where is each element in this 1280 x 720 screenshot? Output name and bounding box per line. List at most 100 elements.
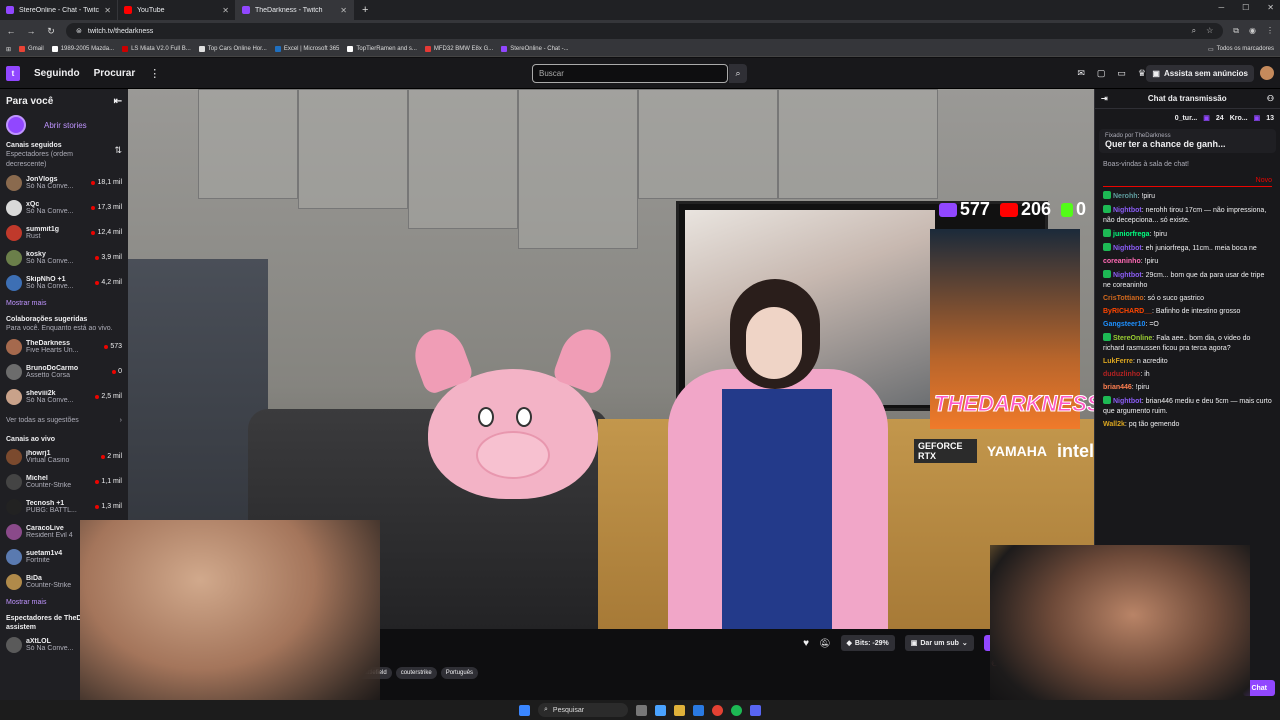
subscribe-button[interactable]: ▣ Dar um sub ⌄ bbox=[904, 635, 974, 651]
close-tab-icon[interactable]: ✕ bbox=[104, 6, 111, 15]
search-input[interactable]: Buscar bbox=[532, 64, 728, 83]
chat-username[interactable]: coreaninho bbox=[1103, 258, 1141, 265]
sidebar-channel[interactable]: Michel Counter-Strike 1,1 mil bbox=[6, 469, 122, 494]
browser-tab-stereonline[interactable]: StereOnline - Chat - Twitch ✕ bbox=[0, 0, 118, 20]
whispers-icon[interactable]: ▭ bbox=[1117, 68, 1126, 79]
crown-icon[interactable]: ♛ bbox=[1138, 68, 1146, 79]
zoom-icon[interactable]: ⌕ bbox=[1192, 26, 1196, 36]
sidebar-channel[interactable]: JonVlogs Só Na Conve... 18,1 mil bbox=[6, 170, 122, 195]
sidebar-channel[interactable]: Tecnosh +1 PUBG: BATTL... 1,3 mil bbox=[6, 494, 122, 519]
bookmark-item[interactable]: 1989-2005 Mazda... bbox=[51, 46, 114, 52]
collapse-sidebar-icon[interactable]: ⇤ bbox=[114, 96, 122, 107]
section-title: Canais ao vivo bbox=[6, 436, 56, 443]
channel-game: Virtual Casino bbox=[26, 456, 70, 464]
bookmark-item[interactable]: StereOnline - Chat -... bbox=[501, 46, 569, 52]
url-field[interactable]: ⊜ twitch.tv/thedarkness ⌕ ☆ bbox=[66, 23, 1224, 39]
close-window-icon[interactable]: ✕ bbox=[1267, 3, 1274, 12]
spotify-icon[interactable] bbox=[731, 704, 742, 716]
notifications-off-icon[interactable]: 🔕︎ bbox=[819, 638, 830, 649]
extensions-icon[interactable]: ⧉ bbox=[1233, 26, 1239, 36]
forward-icon[interactable]: → bbox=[26, 26, 36, 36]
bits-button[interactable]: ◆ Bits: -29% bbox=[840, 635, 895, 651]
counter-value: 577 bbox=[959, 199, 990, 219]
bookmark-item[interactable]: LS Miata V2.0 Full B... bbox=[122, 46, 191, 52]
bookmark-item[interactable]: TopTierRamen and s... bbox=[347, 46, 417, 52]
minimize-icon[interactable]: ─ bbox=[1218, 3, 1224, 12]
collapse-chat-icon[interactable]: ⇥ bbox=[1101, 94, 1108, 103]
chat-username[interactable]: Gangsteer10 bbox=[1103, 321, 1145, 328]
chat-username[interactable]: duduzlinho bbox=[1103, 371, 1140, 378]
close-tab-icon[interactable]: ✕ bbox=[222, 6, 229, 15]
chat-username[interactable]: juniorfrega bbox=[1113, 231, 1150, 238]
sidebar-channel[interactable]: SkipNhO +1 Só Na Conve... 4,2 mil bbox=[6, 270, 122, 295]
show-more-link[interactable]: Mostrar mais bbox=[6, 295, 122, 311]
reload-icon[interactable]: ↻ bbox=[46, 26, 56, 37]
chat-username[interactable]: Nightbot bbox=[1113, 245, 1142, 252]
chat-username[interactable]: ByRICHARD__ bbox=[1103, 308, 1152, 315]
chrome-icon[interactable] bbox=[712, 704, 723, 716]
new-tab-icon[interactable]: + bbox=[362, 4, 368, 16]
chat-username[interactable]: brian446 bbox=[1103, 384, 1132, 391]
open-stories-link[interactable]: Abrir stories bbox=[44, 121, 87, 130]
chat-username[interactable]: Nightbot bbox=[1113, 207, 1142, 214]
sidebar-channel[interactable]: BrunoDoCarmo Assetto Corsa 0 bbox=[6, 359, 122, 384]
stories-row[interactable]: Abrir stories bbox=[6, 113, 122, 137]
browser-tab-youtube[interactable]: YouTube ✕ bbox=[118, 0, 236, 20]
tag[interactable]: Português bbox=[440, 667, 479, 679]
bookmark-star-icon[interactable]: ☆ bbox=[1206, 26, 1213, 36]
community-icon[interactable]: ⚇ bbox=[1267, 94, 1274, 103]
file-explorer-icon[interactable] bbox=[674, 704, 685, 716]
windows-start-icon[interactable] bbox=[519, 704, 530, 716]
chat-username[interactable]: StereOnline bbox=[1113, 335, 1152, 342]
drops-icon[interactable]: ▢ bbox=[1097, 68, 1106, 79]
more-menu-icon[interactable]: ⋮ bbox=[149, 67, 160, 80]
store-icon[interactable] bbox=[693, 704, 704, 716]
sidebar-channel[interactable]: kosky Só Na Conve... 3,9 mil bbox=[6, 245, 122, 270]
all-bookmarks-folder[interactable]: ▭ Todos os marcadores bbox=[1208, 46, 1274, 53]
apps-grid-icon[interactable]: ⊞ bbox=[6, 46, 11, 53]
browser-tab-thedarkness[interactable]: TheDarkness - Twitch ✕ bbox=[236, 0, 354, 20]
chat-username[interactable]: CrisTottiano bbox=[1103, 295, 1144, 302]
back-icon[interactable]: ← bbox=[6, 26, 16, 36]
sidebar-channel[interactable]: jhowrj1 Virtual Casino 2 mil bbox=[6, 444, 122, 469]
bookmark-item[interactable]: Top Cars Online Hor... bbox=[198, 46, 267, 52]
nav-browse[interactable]: Procurar bbox=[94, 68, 136, 79]
sidebar-channel[interactable]: summit1g Rust 12,4 mil bbox=[6, 220, 122, 245]
bookmark-item[interactable]: MFD32 BMW E8x G... bbox=[424, 46, 493, 52]
site-info-icon[interactable]: ⊜ bbox=[76, 27, 82, 35]
discord-icon[interactable] bbox=[750, 704, 761, 716]
chat-username[interactable]: Wall2k bbox=[1103, 421, 1125, 428]
menu-icon[interactable]: ⋮ bbox=[1266, 26, 1274, 36]
adfree-button[interactable]: ▣ Assista sem anúncios bbox=[1146, 65, 1254, 82]
chat-username[interactable]: Nightbot bbox=[1113, 272, 1142, 279]
profile-icon[interactable]: ◉ bbox=[1249, 26, 1256, 36]
taskbar-search[interactable]: ⌕ Pesquisar bbox=[538, 703, 628, 717]
chat-username[interactable]: LukFerre bbox=[1103, 358, 1133, 365]
heart-icon[interactable]: ♥ bbox=[803, 638, 809, 649]
twitch-logo-icon[interactable]: t bbox=[6, 65, 20, 81]
chat-text: só o suco gastrico bbox=[1147, 295, 1205, 302]
sidebar-channel[interactable]: xQc Só Na Conve... 17,3 mil bbox=[6, 195, 122, 220]
task-view-icon[interactable] bbox=[636, 704, 647, 716]
pinned-message[interactable]: Fixado por TheDarkness Quer ter a chance… bbox=[1099, 129, 1276, 153]
sidebar-channel[interactable]: TheDarkness Five Hearts Un... 573 bbox=[6, 334, 122, 359]
avatar bbox=[6, 363, 22, 380]
channel-name: kosky bbox=[26, 250, 46, 258]
counter-value: 206 bbox=[1020, 199, 1051, 219]
sort-icon[interactable]: ⇅ bbox=[114, 145, 122, 156]
nav-following[interactable]: Seguindo bbox=[34, 68, 80, 79]
close-tab-icon[interactable]: ✕ bbox=[340, 6, 347, 15]
sidebar-channel[interactable]: sheviii2k Só Na Conve... 2,5 mil bbox=[6, 384, 122, 409]
see-all-suggestions-button[interactable]: Ver todas as sugestões › bbox=[6, 409, 122, 431]
copilot-icon[interactable] bbox=[655, 704, 666, 716]
bookmark-item[interactable]: Gmail bbox=[19, 46, 44, 52]
user-avatar[interactable] bbox=[1260, 66, 1274, 80]
gift-icon: ▣ bbox=[1253, 115, 1261, 122]
inbox-icon[interactable]: ✉ bbox=[1077, 68, 1085, 79]
chat-username[interactable]: Nerohh bbox=[1113, 193, 1138, 200]
bookmark-item[interactable]: Excel | Microsoft 365 bbox=[274, 46, 339, 52]
maximize-icon[interactable]: ☐ bbox=[1242, 3, 1249, 12]
chat-username[interactable]: Nightbot bbox=[1113, 398, 1142, 405]
tag[interactable]: couterstrike bbox=[395, 667, 437, 679]
search-icon[interactable]: ⌕ bbox=[729, 64, 747, 83]
